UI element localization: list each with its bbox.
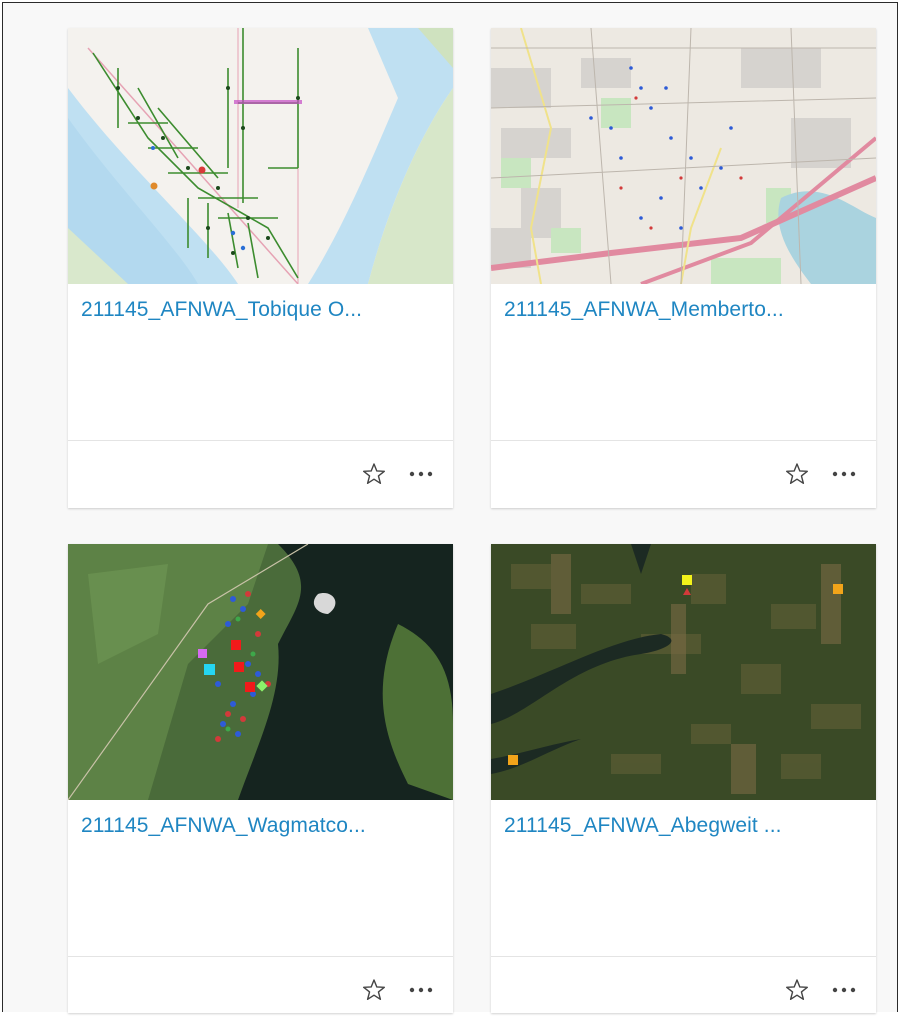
star-icon[interactable] [784, 461, 810, 487]
star-icon[interactable] [361, 461, 387, 487]
map-thumbnail[interactable] [68, 28, 453, 284]
ellipsis-icon[interactable] [830, 977, 858, 1003]
map-item-card: 211145_AFNWA_Wagmatco... [68, 544, 453, 1013]
item-title[interactable]: 211145_AFNWA_Memberto... [504, 298, 864, 322]
map-thumbnail[interactable] [491, 544, 876, 800]
map-item-card: 211145_AFNWA_Tobique O... [68, 28, 453, 508]
ellipsis-icon[interactable] [407, 977, 435, 1003]
star-icon[interactable] [784, 977, 810, 1003]
card-footer [491, 440, 876, 509]
star-icon[interactable] [361, 977, 387, 1003]
map-thumbnail[interactable] [68, 544, 453, 800]
map-thumbnail[interactable] [491, 28, 876, 284]
item-gallery: 211145_AFNWA_Tobique O... 211145_AFNWA_M… [2, 2, 898, 1013]
ellipsis-icon[interactable] [407, 461, 435, 487]
card-footer [68, 440, 453, 509]
map-item-card: 211145_AFNWA_Memberto... [491, 28, 876, 508]
card-footer [68, 956, 453, 1025]
item-title[interactable]: 211145_AFNWA_Abegweit ... [504, 814, 864, 838]
map-item-card: 211145_AFNWA_Abegweit ... [491, 544, 876, 1013]
item-title[interactable]: 211145_AFNWA_Tobique O... [81, 298, 441, 322]
item-title[interactable]: 211145_AFNWA_Wagmatco... [81, 814, 441, 838]
ellipsis-icon[interactable] [830, 461, 858, 487]
card-footer [491, 956, 876, 1025]
